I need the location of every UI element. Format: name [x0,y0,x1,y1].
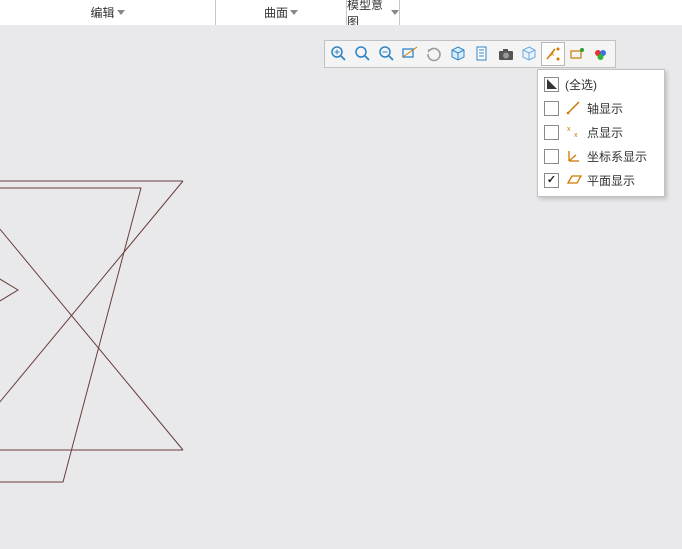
toolbar-btn-datum-display[interactable]: x [541,42,565,66]
toolbar-btn-zoom-out[interactable] [375,42,399,66]
view-orientation-icon [449,45,467,63]
menu-spacer [400,0,682,25]
dropdown-icon [117,10,125,15]
menu-edit-label: 编辑 [90,4,114,21]
menu-surface[interactable]: 曲面 [216,0,347,25]
toolbar-btn-zoom-in[interactable] [351,42,375,66]
toolbar-btn-saved-views[interactable] [470,42,494,66]
csys-icon [565,147,583,165]
toolbar-btn-zoom-fit[interactable] [327,42,351,66]
axis-icon [565,99,583,117]
toolbar-btn-snapshot[interactable] [494,42,518,66]
panel-row-select-all[interactable]: (全选) [538,72,664,96]
panel-row-csys[interactable]: 坐标系显示 [538,144,664,168]
plane-icon [565,171,583,189]
model-wireframe [0,25,260,525]
svg-text:x: x [574,132,578,139]
toolbar-btn-annotation-display[interactable] [565,42,589,66]
svg-text:x: x [567,126,571,133]
panel-label-point: 点显示 [587,124,658,141]
checkbox-axis[interactable] [544,101,559,116]
datum-display-dropdown: (全选) 轴显示xx点显示坐标系显示平面显示 [537,69,665,197]
menu-edit[interactable]: 编辑 [0,0,216,25]
panel-row-axis[interactable]: 轴显示 [538,96,664,120]
menu-surface-label: 曲面 [264,4,288,21]
main-menu-bar: 编辑 曲面 模型意图 [0,0,682,26]
annotation-display-icon [568,45,586,63]
dropdown-icon [290,10,298,15]
toolbar-btn-layers[interactable] [518,42,542,66]
checkbox-point[interactable] [544,125,559,140]
zoom-out-icon [378,45,396,63]
panel-label-axis: 轴显示 [587,100,658,117]
panel-label-csys: 坐标系显示 [587,148,658,165]
layers-icon [520,45,538,63]
panel-row-point[interactable]: xx点显示 [538,120,664,144]
checkbox-select-all[interactable] [544,77,559,92]
zoom-in-icon [354,45,372,63]
zoom-window-icon [401,45,419,63]
menu-model-intent[interactable]: 模型意图 [347,0,400,25]
refit-icon [425,45,443,63]
checkbox-csys[interactable] [544,149,559,164]
point-icon: xx [565,123,583,141]
svg-text:x: x [551,52,554,58]
dropdown-icon [391,10,399,15]
toolbar-btn-spin-center[interactable] [589,42,613,66]
saved-views-icon [473,45,491,63]
checkbox-plane[interactable] [544,173,559,188]
panel-label-select-all: (全选) [565,76,658,93]
toolbar-btn-view-orientation[interactable] [446,42,470,66]
view-toolbar: x [324,40,616,68]
panel-row-plane[interactable]: 平面显示 [538,168,664,192]
snapshot-icon [497,45,515,63]
zoom-fit-icon [330,45,348,63]
spin-center-icon [592,45,610,63]
toolbar-btn-refit[interactable] [422,42,446,66]
panel-label-plane: 平面显示 [587,172,658,189]
toolbar-btn-zoom-window[interactable] [398,42,422,66]
datum-display-icon: x [544,45,562,63]
